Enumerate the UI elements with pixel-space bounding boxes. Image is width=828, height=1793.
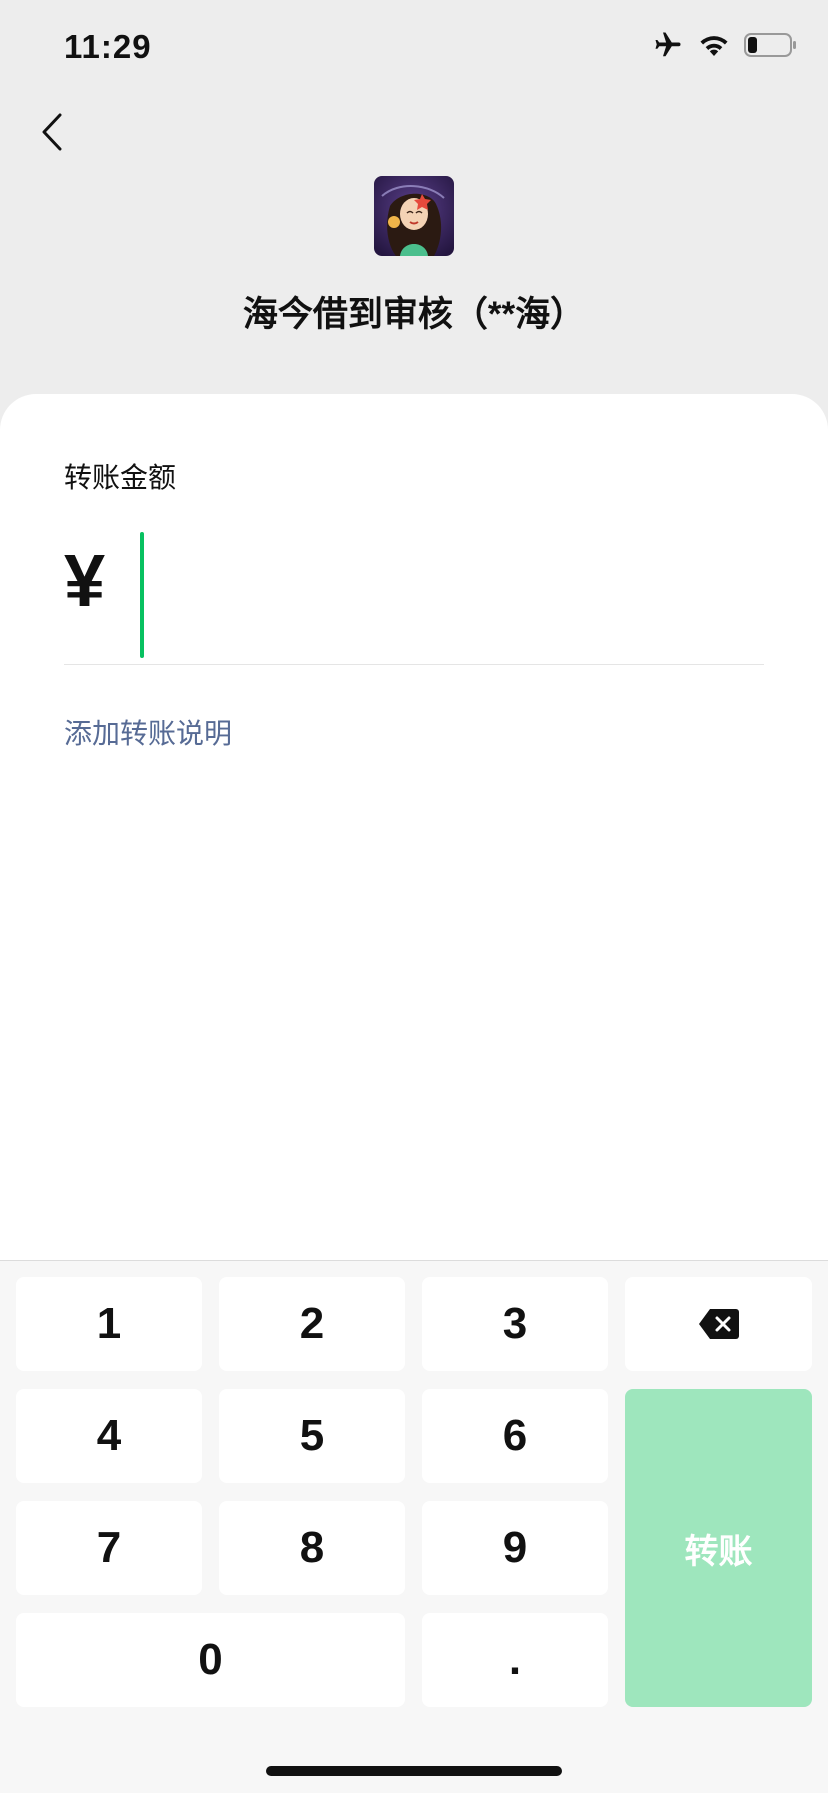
currency-symbol: ¥	[64, 539, 106, 622]
amount-label: 转账金额	[64, 462, 177, 493]
key-7[interactable]: 7	[16, 1501, 202, 1595]
key-2[interactable]: 2	[219, 1277, 405, 1371]
transfer-button[interactable]: 转账	[625, 1389, 812, 1707]
back-button[interactable]	[30, 106, 74, 158]
chevron-left-icon	[42, 113, 62, 151]
key-4[interactable]: 4	[16, 1389, 202, 1483]
status-time: 11:29	[64, 28, 152, 65]
home-indicator	[266, 1766, 562, 1776]
key-decimal[interactable]: .	[422, 1613, 608, 1707]
airplane-icon	[652, 30, 684, 60]
key-5[interactable]: 5	[219, 1389, 405, 1483]
numeric-keypad: 1 2 3 4 5 6 7 8 9 0 . 转账	[0, 1260, 828, 1793]
backspace-icon	[698, 1309, 739, 1339]
key-3[interactable]: 3	[422, 1277, 608, 1371]
payee-name: 海今借到审核（**海）	[242, 295, 586, 334]
delete-key[interactable]	[625, 1277, 812, 1371]
key-0[interactable]: 0	[16, 1613, 405, 1707]
avatar	[374, 176, 454, 256]
status-icons	[652, 30, 798, 60]
add-note-link[interactable]: 添加转账说明	[64, 712, 232, 752]
key-8[interactable]: 8	[219, 1501, 405, 1595]
transfer-panel: 转账金额 ¥ 添加转账说明	[0, 394, 828, 1262]
status-bar: 11:29	[0, 0, 828, 100]
key-1[interactable]: 1	[16, 1277, 202, 1371]
key-9[interactable]: 9	[422, 1501, 608, 1595]
amount-row: ¥	[64, 530, 764, 668]
amount-input[interactable]	[140, 530, 764, 668]
wifi-icon	[698, 32, 730, 58]
key-6[interactable]: 6	[422, 1389, 608, 1483]
battery-icon	[744, 32, 798, 58]
amount-divider	[64, 664, 764, 665]
text-caret	[140, 532, 144, 658]
